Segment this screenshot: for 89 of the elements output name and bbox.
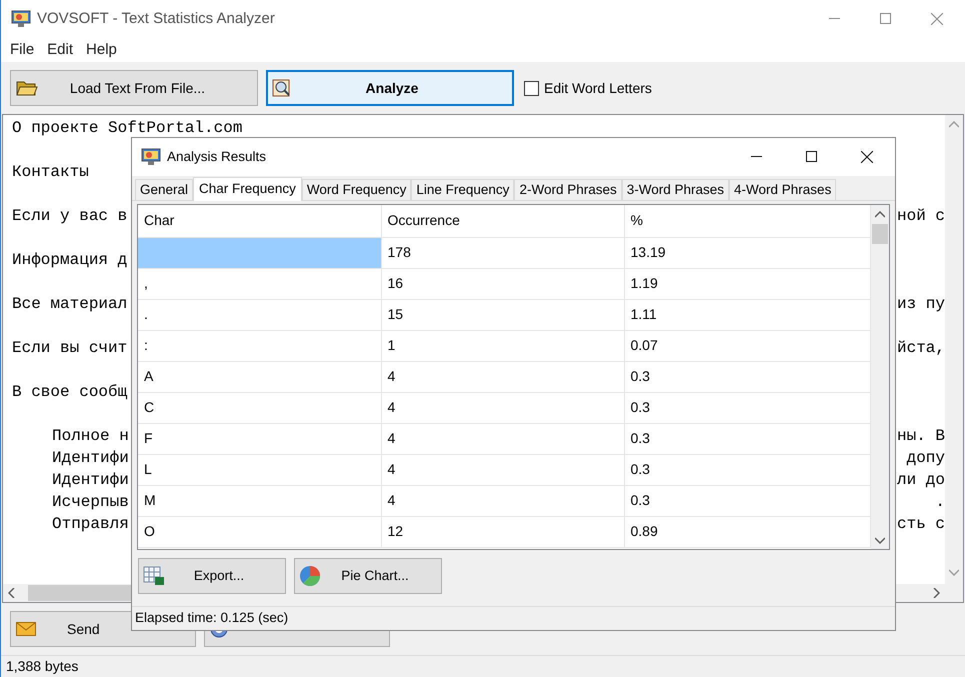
menu-item[interactable]: File xyxy=(10,38,34,62)
spreadsheet-icon xyxy=(143,566,165,586)
editor-text: ной с xyxy=(896,206,945,227)
editor-text: Идентифи xyxy=(52,470,129,491)
editor-text: Информация д xyxy=(12,250,128,271)
menu-item[interactable]: Edit xyxy=(47,38,74,62)
table-cell: 0.3 xyxy=(624,392,870,423)
table-cell: 13.19 xyxy=(624,237,870,268)
export-button[interactable]: Export... xyxy=(138,558,286,594)
editor-text: . xyxy=(935,492,945,513)
envelope-icon xyxy=(16,622,36,636)
table-cell: 178 xyxy=(381,237,624,268)
editor-text: Контакты xyxy=(12,162,89,183)
vertical-scrollbar[interactable] xyxy=(871,205,889,549)
table-cell: 1 xyxy=(381,330,624,361)
vertical-scrollbar[interactable] xyxy=(945,115,963,602)
folder-icon xyxy=(16,79,38,97)
maximize-icon[interactable] xyxy=(806,151,817,162)
editor-text: йста, xyxy=(896,338,945,359)
tab[interactable]: 2-Word Phrases xyxy=(514,179,622,200)
table-cell: 0.3 xyxy=(624,485,870,516)
table-cell: M xyxy=(138,485,381,516)
table-cell: F xyxy=(138,423,381,454)
editor-text: допу xyxy=(906,448,945,469)
checkbox[interactable] xyxy=(524,80,539,96)
scrollbar-thumb[interactable] xyxy=(872,224,888,244)
scroll-up-icon[interactable] xyxy=(875,211,885,218)
status-text: 1,388 bytes xyxy=(6,657,78,676)
editor-text: Если вы счит xyxy=(12,338,128,359)
close-icon[interactable] xyxy=(861,151,873,163)
window-title: VOVSOFT - Text Statistics Analyzer xyxy=(37,8,275,29)
table-cell: 15 xyxy=(381,299,624,330)
tab[interactable]: General xyxy=(135,179,194,200)
magnifier-icon xyxy=(272,78,292,98)
column-header[interactable]: % xyxy=(624,205,870,237)
table-cell: 0.3 xyxy=(624,361,870,392)
table-cell: : xyxy=(138,330,381,361)
editor-text: О проекте SoftPortal.com xyxy=(12,118,242,139)
editor-text: сть с xyxy=(896,514,945,535)
table-cell: A xyxy=(138,361,381,392)
tab[interactable]: 3-Word Phrases xyxy=(622,179,730,200)
tab[interactable]: Line Frequency xyxy=(411,179,514,200)
table-cell: C xyxy=(138,392,381,423)
tab[interactable]: Char Frequency xyxy=(193,177,302,201)
table-cell: O xyxy=(138,516,381,547)
table-cell: 1.19 xyxy=(624,268,870,299)
load-text-button[interactable]: Load Text From File... xyxy=(10,70,258,106)
editor-text: В свое сообщ xyxy=(12,382,128,403)
editor-text: Полное н xyxy=(52,426,129,447)
table-cell: 4 xyxy=(381,454,624,485)
scroll-left-icon[interactable] xyxy=(8,588,15,598)
table-cell: , xyxy=(138,268,381,299)
column-header[interactable]: Occurrence xyxy=(381,205,624,237)
tab[interactable]: 4-Word Phrases xyxy=(729,179,836,200)
editor-text: Отправля xyxy=(52,514,129,535)
pie-chart-button[interactable]: Pie Chart... xyxy=(294,558,442,594)
scroll-up-icon[interactable] xyxy=(949,121,959,128)
editor-text: ны. В xyxy=(896,426,945,447)
editor-text: из пу xyxy=(896,294,945,315)
editor-text: Если у вас в xyxy=(12,206,128,227)
table-cell: 12 xyxy=(381,516,624,547)
menu-item[interactable]: Help xyxy=(86,38,117,62)
table-cell: 0.3 xyxy=(624,454,870,485)
app-icon xyxy=(11,10,31,28)
table-cell: 4 xyxy=(381,361,624,392)
tab[interactable]: Word Frequency xyxy=(302,179,412,200)
pie-chart-icon xyxy=(299,565,321,587)
table-cell: L xyxy=(138,454,381,485)
column-header[interactable]: Char xyxy=(138,205,381,237)
table-cell: 0.89 xyxy=(624,516,870,547)
dialog-title: Analysis Results xyxy=(167,148,266,166)
scroll-down-icon[interactable] xyxy=(949,569,959,576)
table-cell: 0.07 xyxy=(624,330,870,361)
table-cell: 4 xyxy=(381,392,624,423)
checkbox-label[interactable]: Edit Word Letters xyxy=(544,78,652,98)
table-cell: 4 xyxy=(381,485,624,516)
table-cell: 0.3 xyxy=(624,423,870,454)
table-cell: . xyxy=(138,299,381,330)
editor-text: Идентифи xyxy=(52,448,129,469)
app-icon xyxy=(141,148,161,166)
scroll-right-icon[interactable] xyxy=(933,588,940,598)
editor-text: ли до xyxy=(896,470,945,491)
editor-text: Исчерпыв xyxy=(52,492,129,513)
table-cell: 4 xyxy=(381,423,624,454)
table-cell: 16 xyxy=(381,268,624,299)
scroll-down-icon[interactable] xyxy=(875,537,885,544)
analyze-button[interactable]: Analyze xyxy=(266,70,514,106)
table-cell: 1.11 xyxy=(624,299,870,330)
editor-text: Все материал xyxy=(12,294,128,315)
